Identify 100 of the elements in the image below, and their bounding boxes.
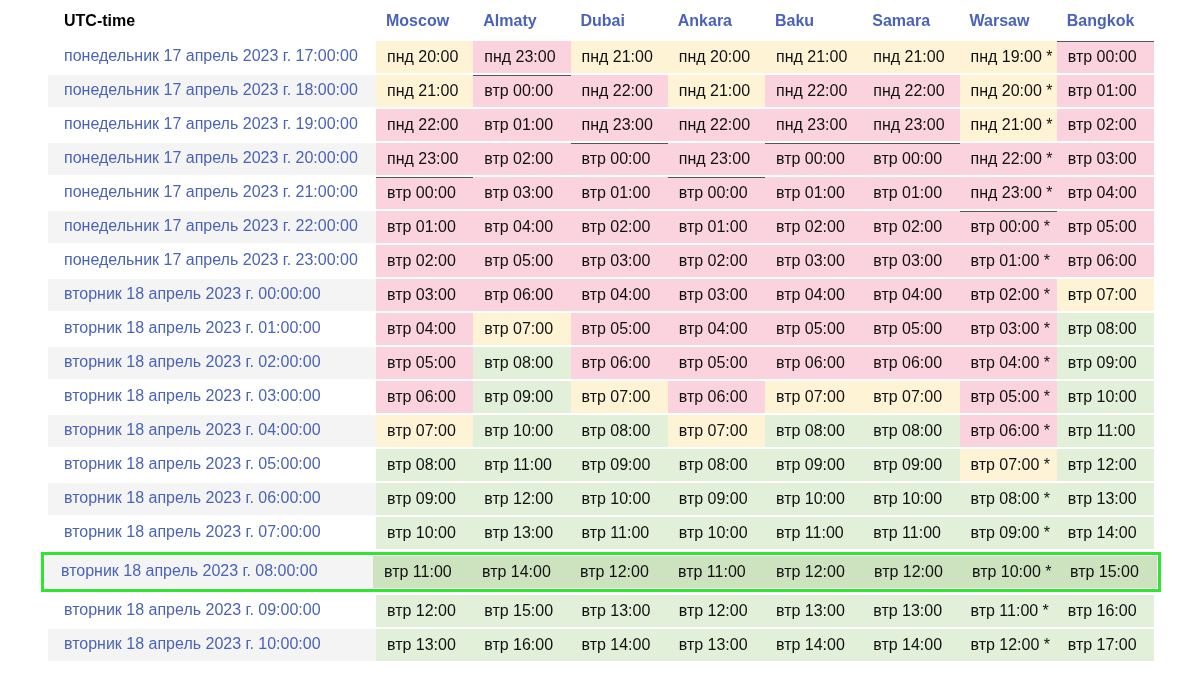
time-cell: втр 04:00 <box>376 313 474 345</box>
time-cell: втр 05:00 <box>765 313 863 345</box>
utc-time-link[interactable]: вторник 18 апрель 2023 г. 08:00:00 <box>45 556 373 588</box>
city-link[interactable]: Almaty <box>473 12 537 36</box>
city-link[interactable]: Warsaw <box>959 12 1030 36</box>
time-cell: втр 12:00 <box>569 556 667 588</box>
time-cell: втр 00:00 <box>473 75 571 107</box>
city-link[interactable]: Dubai <box>570 12 625 36</box>
utc-time-link[interactable]: понедельник 17 апрель 2023 г. 19:00:00 <box>48 109 376 141</box>
time-cell: втр 09:00 <box>570 449 668 481</box>
time-cell: втр 12:00 <box>667 595 765 627</box>
time-cell: пнд 23:00 <box>862 109 960 141</box>
time-cell: втр 12:00 <box>473 483 571 515</box>
time-cell: пнд 22:00 <box>570 75 668 107</box>
time-cell: втр 03:00 * <box>959 313 1057 345</box>
time-cell: втр 05:00 <box>667 347 765 379</box>
time-cell: втр 10:00 * <box>961 556 1059 588</box>
time-cell: втр 09:00 <box>473 381 571 413</box>
time-cell: втр 13:00 <box>765 595 863 627</box>
time-cell: втр 03:00 <box>1056 143 1154 175</box>
time-cell: втр 05:00 <box>862 313 960 345</box>
time-cell: втр 10:00 <box>376 517 474 549</box>
time-cell: втр 09:00 <box>862 449 960 481</box>
time-cell: втр 06:00 <box>1056 245 1154 277</box>
utc-time-link[interactable]: вторник 18 апрель 2023 г. 02:00:00 <box>48 347 376 379</box>
time-cell: втр 02:00 <box>473 143 571 175</box>
time-cell: пнд 20:00 * <box>959 75 1057 107</box>
utc-time-link[interactable]: понедельник 17 апрель 2023 г. 22:00:00 <box>48 211 376 243</box>
time-cell: втр 05:00 * <box>959 381 1057 413</box>
utc-time-link[interactable]: понедельник 17 апрель 2023 г. 18:00:00 <box>48 75 376 107</box>
time-cell: пнд 20:00 <box>376 41 474 73</box>
time-cell: втр 15:00 <box>473 595 571 627</box>
time-cell: втр 02:00 <box>667 245 765 277</box>
time-cell: втр 02:00 <box>570 211 668 243</box>
time-cell: втр 07:00 <box>862 381 960 413</box>
time-cell: пнд 23:00 <box>765 109 863 141</box>
time-cell: втр 09:00 * <box>959 517 1057 549</box>
time-cell: втр 03:00 <box>473 177 571 209</box>
time-cell: втр 04:00 * <box>959 347 1057 379</box>
time-cell: втр 06:00 <box>376 381 474 413</box>
time-cell: втр 08:00 <box>862 415 960 447</box>
time-cell: втр 00:00 <box>667 177 765 209</box>
time-cell: втр 08:00 <box>1056 313 1154 345</box>
time-cell: втр 12:00 <box>376 595 474 627</box>
utc-time-link[interactable]: вторник 18 апрель 2023 г. 06:00:00 <box>48 483 376 515</box>
time-cell: втр 05:00 <box>570 313 668 345</box>
utc-time-link[interactable]: понедельник 17 апрель 2023 г. 17:00:00 <box>48 41 376 73</box>
time-cell: втр 09:00 <box>376 483 474 515</box>
utc-time-link[interactable]: вторник 18 апрель 2023 г. 00:00:00 <box>48 279 376 311</box>
time-cell: втр 13:00 <box>376 629 474 661</box>
city-link[interactable]: Ankara <box>667 12 732 36</box>
time-cell: втр 06:00 <box>667 381 765 413</box>
time-cell: втр 05:00 <box>376 347 474 379</box>
time-cell: пнд 23:00 <box>667 143 765 175</box>
time-cell: втр 06:00 <box>862 347 960 379</box>
time-cell: втр 09:00 <box>765 449 863 481</box>
utc-time-link[interactable]: вторник 18 апрель 2023 г. 01:00:00 <box>48 313 376 345</box>
utc-time-link[interactable]: вторник 18 апрель 2023 г. 10:00:00 <box>48 629 376 661</box>
time-cell: втр 10:00 <box>1056 381 1154 413</box>
time-cell: пнд 22:00 <box>765 75 863 107</box>
time-cell: втр 07:00 <box>1056 279 1154 311</box>
time-cell: втр 00:00 <box>376 177 474 209</box>
time-cell: втр 16:00 <box>1056 595 1154 627</box>
time-cell: втр 02:00 <box>376 245 474 277</box>
time-cell: втр 07:00 <box>376 415 474 447</box>
utc-time-link[interactable]: вторник 18 апрель 2023 г. 09:00:00 <box>48 595 376 627</box>
utc-time-link[interactable]: вторник 18 апрель 2023 г. 07:00:00 <box>48 517 376 549</box>
time-cell: пнд 21:00 <box>570 41 668 73</box>
time-cell: втр 01:00 <box>667 211 765 243</box>
time-cell: пнд 21:00 <box>667 75 765 107</box>
time-cell: втр 00:00 * <box>959 211 1057 243</box>
utc-time-link[interactable]: вторник 18 апрель 2023 г. 04:00:00 <box>48 415 376 447</box>
time-cell: втр 08:00 <box>473 347 571 379</box>
time-cell: втр 11:00 <box>862 517 960 549</box>
time-cell: втр 12:00 <box>1056 449 1154 481</box>
utc-time-link[interactable]: понедельник 17 апрель 2023 г. 20:00:00 <box>48 143 376 175</box>
time-cell: втр 14:00 <box>862 629 960 661</box>
city-link[interactable]: Moscow <box>376 12 450 36</box>
time-cell: втр 13:00 <box>570 595 668 627</box>
time-cell: втр 11:00 <box>373 556 471 588</box>
time-cell: втр 04:00 <box>1056 177 1154 209</box>
time-cell: втр 11:00 <box>570 517 668 549</box>
time-cell: втр 14:00 <box>570 629 668 661</box>
city-link[interactable]: Baku <box>765 12 815 36</box>
time-cell: втр 14:00 <box>471 556 569 588</box>
time-cell: втр 01:00 <box>376 211 474 243</box>
utc-time-link[interactable]: понедельник 17 апрель 2023 г. 21:00:00 <box>48 177 376 209</box>
utc-time-link[interactable]: понедельник 17 апрель 2023 г. 23:00:00 <box>48 245 376 277</box>
time-cell: втр 14:00 <box>1056 517 1154 549</box>
time-cell: втр 11:00 <box>473 449 571 481</box>
city-link[interactable]: Bangkok <box>1056 12 1135 36</box>
time-cell: втр 04:00 <box>473 211 571 243</box>
time-cell: пнд 20:00 <box>667 41 765 73</box>
city-link[interactable]: Samara <box>862 12 931 36</box>
utc-time-link[interactable]: вторник 18 апрель 2023 г. 03:00:00 <box>48 381 376 413</box>
time-cell: втр 10:00 <box>862 483 960 515</box>
time-cell: втр 06:00 <box>765 347 863 379</box>
time-cell: втр 06:00 <box>473 279 571 311</box>
time-cell: втр 11:00 * <box>959 595 1057 627</box>
utc-time-link[interactable]: вторник 18 апрель 2023 г. 05:00:00 <box>48 449 376 481</box>
